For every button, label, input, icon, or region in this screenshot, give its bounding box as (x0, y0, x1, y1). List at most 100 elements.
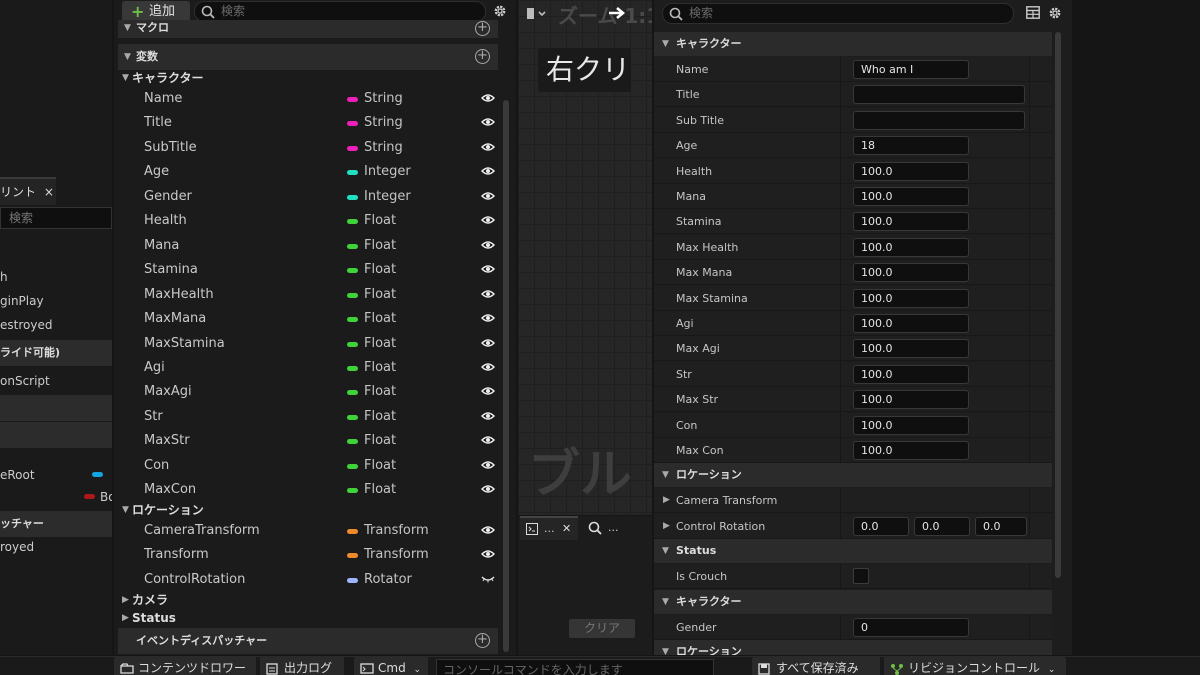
details-section-header[interactable]: ▼ ロケーション (654, 640, 1052, 655)
vector-component-field[interactable]: 0.0 (975, 516, 1027, 536)
eye-icon[interactable] (481, 484, 495, 494)
blueprint-section-header[interactable] (0, 422, 112, 448)
vector-component-field[interactable]: 0.0 (914, 516, 970, 536)
eye-icon[interactable] (481, 142, 495, 152)
variable-row[interactable]: Age Integer (114, 160, 504, 184)
chevron-right-icon[interactable]: ▶ (663, 488, 670, 513)
column-divider[interactable] (840, 57, 841, 82)
details-section-header[interactable]: ▼ キャラクター (654, 32, 1052, 56)
variables-scrollbar[interactable] (503, 100, 509, 652)
variable-row[interactable]: Stamina Float (114, 258, 504, 282)
visibility-toggle[interactable] (481, 362, 495, 372)
visibility-toggle[interactable] (481, 460, 495, 470)
variable-row[interactable]: Gender Integer (114, 185, 504, 209)
blueprint-tree-item[interactable]: h (0, 266, 112, 288)
visibility-toggle[interactable] (481, 142, 495, 152)
property-value-field[interactable]: 18 (853, 136, 969, 156)
column-divider[interactable] (840, 412, 841, 438)
details-section-header[interactable]: ▼ ロケーション (654, 463, 1052, 488)
eye-icon[interactable] (481, 240, 495, 250)
column-divider[interactable] (840, 209, 841, 235)
property-value-field[interactable] (853, 110, 1025, 130)
checkbox[interactable] (853, 568, 869, 585)
variable-row[interactable]: MaxStamina Float (114, 332, 504, 356)
visibility-toggle[interactable] (481, 93, 495, 103)
variable-row[interactable]: MaxCon Float (114, 478, 504, 502)
add-button[interactable]: + 追加 (122, 1, 190, 22)
chevron-right-icon[interactable]: ▶ (663, 514, 670, 539)
visibility-toggle[interactable] (481, 574, 495, 584)
eye-icon[interactable] (481, 525, 495, 535)
visibility-toggle[interactable] (481, 264, 495, 274)
variable-row[interactable]: CameraTransform Transform (114, 519, 504, 543)
visibility-toggle[interactable] (481, 313, 495, 323)
gear-icon[interactable] (1047, 5, 1063, 21)
eye-icon[interactable] (481, 93, 495, 103)
eye-icon[interactable] (481, 435, 495, 445)
variable-row[interactable]: Str Float (114, 405, 504, 429)
blueprint-section-header[interactable]: ライド可能) (0, 340, 112, 366)
column-divider[interactable] (840, 336, 841, 362)
column-divider[interactable] (840, 387, 841, 413)
column-divider[interactable] (840, 82, 841, 108)
column-divider[interactable] (840, 107, 841, 133)
content-drawer-button[interactable]: コンテンツドロワー (114, 657, 256, 675)
eye-icon[interactable] (481, 386, 495, 396)
eye-icon[interactable] (481, 362, 495, 372)
event-graph[interactable]: ズーム 1:1 右クリ ブル (518, 0, 652, 515)
variable-row[interactable]: Mana Float (114, 234, 504, 258)
column-divider[interactable] (840, 564, 841, 590)
blueprint-tree-item[interactable]: royed (0, 536, 112, 558)
bookmark-icon[interactable] (526, 7, 548, 21)
column-divider[interactable] (840, 614, 841, 640)
add-macro-icon[interactable]: + (475, 21, 490, 36)
table-view-icon[interactable] (1026, 6, 1040, 19)
eye-icon[interactable] (481, 549, 495, 559)
column-divider[interactable] (840, 260, 841, 286)
column-divider[interactable] (840, 285, 841, 311)
gear-icon[interactable] (492, 3, 508, 19)
close-icon[interactable]: × (44, 185, 54, 199)
visibility-toggle[interactable] (481, 166, 495, 176)
compiler-results-tab[interactable]: ... ✕ (520, 516, 578, 540)
revision-control-button[interactable]: リビジョンコントロール ⌄ (884, 657, 1066, 675)
blueprint-tab[interactable]: リント × (0, 177, 56, 205)
visibility-toggle[interactable] (481, 191, 495, 201)
visibility-toggle[interactable] (481, 484, 495, 494)
property-value-field[interactable]: 0 (853, 617, 969, 637)
find-results-tab[interactable]: ... (584, 516, 652, 540)
eye-icon[interactable] (481, 338, 495, 348)
eye-icon[interactable] (481, 264, 495, 274)
visibility-toggle[interactable] (481, 338, 495, 348)
console-command-input[interactable]: コンソールコマンドを入力します (436, 659, 714, 675)
column-divider[interactable] (840, 361, 841, 387)
add-event-dispatcher-icon[interactable]: + (475, 633, 490, 648)
blueprint-tree-item[interactable]: onScript (0, 370, 112, 392)
column-divider[interactable] (840, 234, 841, 260)
variable-row[interactable]: Transform Transform (114, 543, 504, 567)
property-value-field[interactable]: 100.0 (853, 390, 969, 410)
variable-row[interactable]: Health Float (114, 209, 504, 233)
close-icon[interactable]: ✕ (562, 518, 571, 540)
blueprint-section-header[interactable] (0, 395, 112, 421)
visibility-toggle[interactable] (481, 386, 495, 396)
variable-row[interactable]: Agi Float (114, 356, 504, 380)
variable-row[interactable]: Con Float (114, 454, 504, 478)
variables-section-header[interactable]: ▼ 変数 + (118, 44, 498, 70)
cmd-dropdown[interactable]: Cmd ⌄ (354, 657, 428, 675)
column-divider[interactable] (840, 488, 841, 514)
visibility-toggle[interactable] (481, 525, 495, 535)
blueprint-tree-item[interactable]: Bo (100, 486, 112, 508)
vector-component-field[interactable]: 0.0 (853, 516, 909, 536)
blueprint-section-header[interactable]: ッチャー (0, 511, 112, 537)
variable-search-input[interactable]: 検索 (194, 1, 486, 22)
event-dispatchers-section-header[interactable]: イベントディスパッチャー + (118, 628, 498, 654)
property-value-field[interactable]: 100.0 (853, 263, 969, 283)
property-value-field[interactable]: 100.0 (853, 441, 969, 460)
macros-section-header[interactable]: ▼ マクロ + (118, 20, 498, 38)
add-variable-icon[interactable]: + (475, 49, 490, 64)
variable-row[interactable]: SubTitle String (114, 136, 504, 160)
column-divider[interactable] (840, 184, 841, 209)
property-value-field[interactable]: 100.0 (853, 187, 969, 206)
details-section-header[interactable]: ▼ Status (654, 539, 1052, 564)
